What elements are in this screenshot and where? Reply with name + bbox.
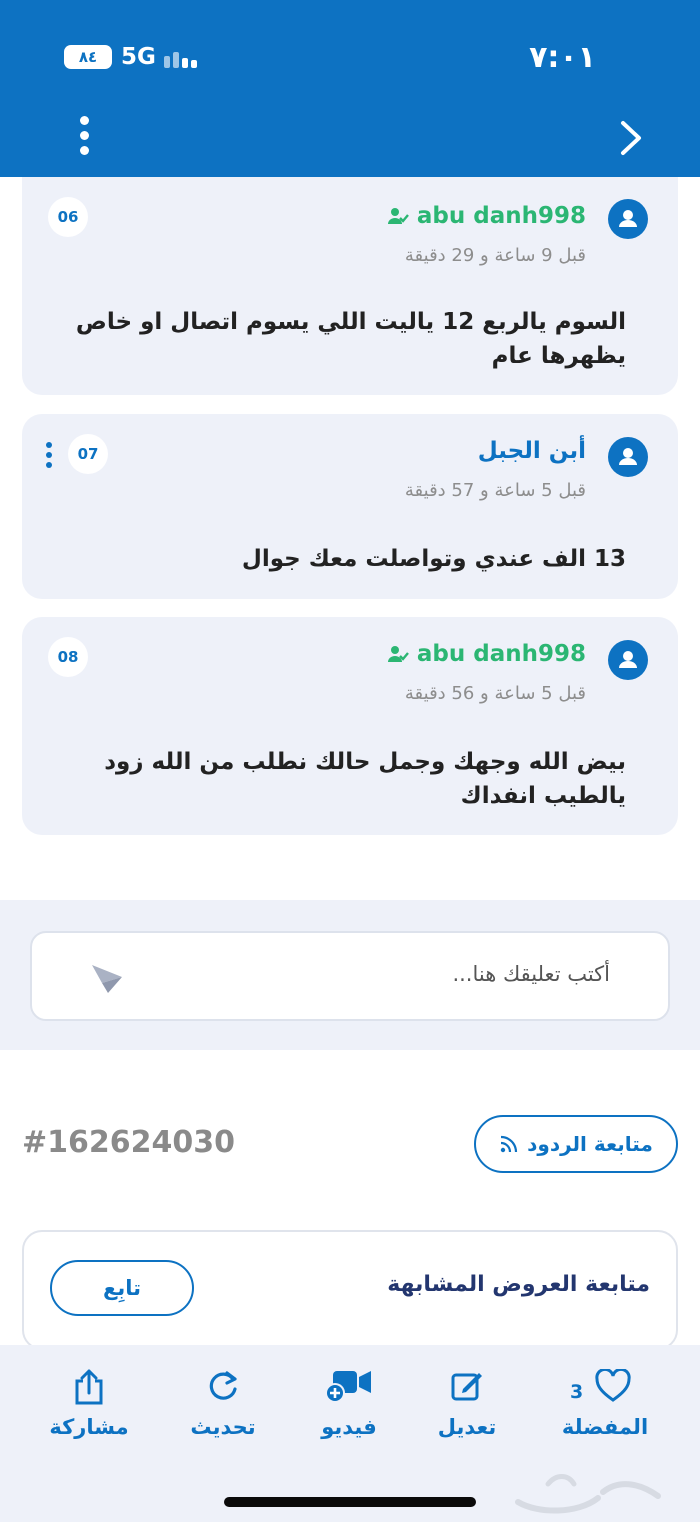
signal-icon [164,44,204,68]
comment-number: 08 [48,637,88,677]
share-icon [75,1369,103,1405]
comment-text: السوم يالربع 12 ياليت اللي يسوم اتصال او… [75,309,626,369]
refresh-icon [209,1371,237,1400]
comment-input-placeholder: أكتب تعليقك هنا... [452,962,610,986]
tab-favorites[interactable]: 3 المفضلة [550,1367,660,1439]
avatar[interactable] [608,199,648,239]
comment-author[interactable]: abu danh998 [387,641,586,667]
status-time: ٧:٠١ [529,40,596,75]
comment-card: abu danh998 قبل 5 ساعة و 56 دقيقة 08 بيض… [22,617,678,835]
user-icon [619,210,637,227]
favorites-count: 3 [570,1381,584,1403]
tab-video[interactable]: فيديو [294,1367,404,1439]
back-chevron-icon[interactable] [620,120,642,156]
more-options-icon[interactable] [74,116,94,160]
similar-offers-card: متابعة العروض المشابهة تابِع [22,1230,678,1350]
comment-card: أبن الجبل قبل 5 ساعة و 57 دقيقة 07 13 ال… [22,414,678,599]
video-add-icon [325,1371,371,1403]
comment-text: 13 الف عندي وتواصلت معك جوال [241,546,626,572]
comment-time: قبل 5 ساعة و 56 دقيقة [404,683,586,704]
comment-text: بيض الله وجهك وجمل حالك نطلب من الله زود… [104,749,626,809]
follow-button[interactable]: تابِع [50,1260,194,1316]
user-icon [619,448,637,465]
tab-edit[interactable]: تعديل [412,1367,522,1439]
comment-author[interactable]: abu danh998 [387,203,586,229]
avatar[interactable] [608,437,648,477]
home-indicator[interactable] [224,1497,476,1507]
app-header: ٨٤ 5G ٧:٠١ [0,0,700,177]
verified-user-icon [387,208,409,224]
follow-replies-button[interactable]: متابعة الردود [474,1115,678,1173]
verified-user-icon [387,646,409,662]
comment-number: 06 [48,197,88,237]
tab-refresh[interactable]: تحديث [168,1367,278,1439]
feed-icon [500,1135,518,1153]
avatar[interactable] [608,640,648,680]
send-icon[interactable] [88,959,126,997]
comments-list: abu danh998 قبل 9 ساعة و 29 دقيقة 06 الس… [0,177,700,900]
comment-input[interactable]: أكتب تعليقك هنا... [30,931,670,1021]
watermark-logo [515,1474,661,1514]
network-type: 5G [121,44,156,70]
edit-icon [451,1373,482,1401]
comment-number: 07 [68,434,108,474]
heart-icon [595,1369,631,1402]
comment-author[interactable]: أبن الجبل [478,438,586,464]
comment-time: قبل 9 ساعة و 29 دقيقة [404,245,586,266]
ad-id: #162624030 [22,1125,236,1160]
comment-time: قبل 5 ساعة و 57 دقيقة [404,480,586,501]
comment-input-section: أكتب تعليقك هنا... [0,900,700,1050]
similar-offers-label: متابعة العروض المشابهة [387,1272,650,1297]
comment-card: abu danh998 قبل 9 ساعة و 29 دقيقة 06 الس… [22,177,678,395]
comment-menu-icon[interactable] [44,442,54,472]
battery-indicator: ٨٤ [64,45,112,69]
tab-share[interactable]: مشاركة [34,1367,144,1439]
user-icon [619,651,637,668]
